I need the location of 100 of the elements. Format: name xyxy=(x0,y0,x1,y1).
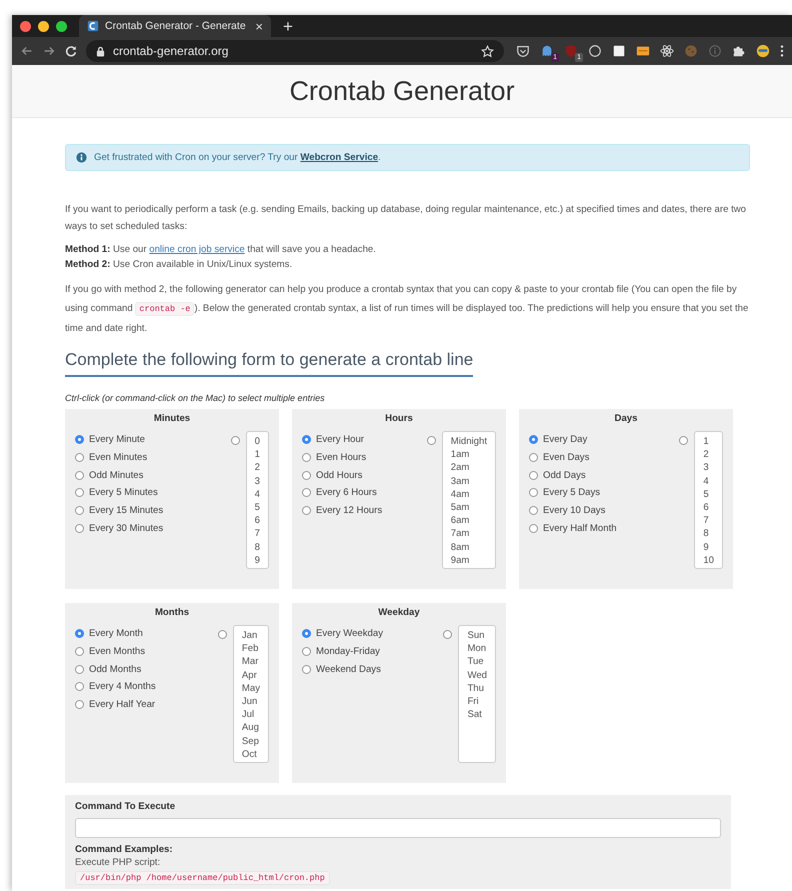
list-item[interactable]: 7 xyxy=(703,514,714,528)
list-item[interactable]: 8am xyxy=(450,540,487,554)
cookie-extension-icon[interactable] xyxy=(684,44,698,58)
avatar-icon[interactable] xyxy=(756,44,770,58)
radio-option[interactable]: Weekend Days xyxy=(302,660,444,678)
multi-select-list[interactable]: Midnight 1am 2am 3am 4am 5am 6am 7am 8am 9am xyxy=(442,431,496,569)
radio-option[interactable]: Every 4 Months xyxy=(75,678,218,696)
radio-option[interactable]: Every 6 Hours xyxy=(302,484,427,502)
radio-button[interactable] xyxy=(302,664,311,674)
info-extension-icon[interactable] xyxy=(708,44,722,58)
list-item[interactable]: May xyxy=(242,682,260,696)
radio-button[interactable] xyxy=(529,524,538,533)
radio-button[interactable] xyxy=(75,470,84,480)
radio-button[interactable] xyxy=(75,700,84,710)
radio-option[interactable]: Every Day xyxy=(529,431,680,449)
list-item[interactable]: Sat xyxy=(467,708,487,722)
radio-button[interactable] xyxy=(75,664,84,674)
radio-option[interactable]: Monday-Friday xyxy=(302,642,444,660)
radio-option[interactable]: Every Half Year xyxy=(75,696,218,714)
list-item[interactable]: 4am xyxy=(450,488,487,502)
pocket-icon[interactable] xyxy=(516,44,530,58)
list-item[interactable]: 1 xyxy=(254,448,260,462)
radio-option[interactable]: Every 30 Minutes xyxy=(75,519,231,538)
list-item[interactable]: 2 xyxy=(254,461,260,475)
list-item[interactable]: Jun xyxy=(242,695,260,708)
radio-button[interactable] xyxy=(230,436,240,445)
list-item[interactable]: 6 xyxy=(703,501,714,514)
list-item[interactable]: 7am xyxy=(450,527,487,541)
zoom-window-button[interactable] xyxy=(56,20,67,32)
radio-option[interactable]: Odd Minutes xyxy=(75,466,231,484)
radio-option[interactable]: Every Weekday xyxy=(302,625,444,643)
list-item[interactable]: Oct xyxy=(242,748,260,762)
list-item[interactable]: Jul xyxy=(242,708,260,722)
list-item[interactable]: 8 xyxy=(703,527,714,541)
minimize-window-button[interactable] xyxy=(38,20,49,32)
list-item[interactable]: 9am xyxy=(450,554,487,568)
radio-option[interactable]: Every Hour xyxy=(302,431,427,449)
radio-button[interactable] xyxy=(302,470,311,480)
puzzle-icon[interactable] xyxy=(732,44,746,58)
list-item[interactable]: 3 xyxy=(254,474,260,488)
card-extension-icon[interactable] xyxy=(636,44,650,58)
list-item[interactable]: 5am xyxy=(450,501,487,514)
radio-button[interactable] xyxy=(529,506,538,516)
list-item[interactable]: 3 xyxy=(703,461,714,475)
atom-extension-icon[interactable] xyxy=(660,44,674,58)
radio-button[interactable] xyxy=(443,630,452,639)
radio-option[interactable]: Even Hours xyxy=(302,448,427,466)
forward-icon[interactable] xyxy=(42,44,56,58)
radio-button[interactable] xyxy=(426,436,436,445)
radio-option[interactable]: Odd Months xyxy=(75,660,218,678)
bookmark-star-icon[interactable] xyxy=(481,44,494,58)
radio-option[interactable]: Even Days xyxy=(529,448,680,466)
list-item[interactable]: 6am xyxy=(450,514,487,528)
list-item[interactable]: 5 xyxy=(254,501,260,514)
radio-option[interactable]: Every Minute xyxy=(75,431,231,449)
list-item[interactable]: 5 xyxy=(703,488,714,502)
list-item[interactable]: 2 xyxy=(703,448,714,462)
command-input-field[interactable] xyxy=(75,818,721,838)
list-item[interactable]: 3am xyxy=(450,474,487,488)
service-link[interactable]: online cron job service xyxy=(149,244,245,255)
radio-button[interactable] xyxy=(75,524,84,533)
radio-option[interactable]: Every 15 Minutes xyxy=(75,502,231,520)
list-item[interactable]: 1 xyxy=(703,435,714,448)
back-icon[interactable] xyxy=(20,44,34,58)
list-item[interactable]: Fri xyxy=(467,695,487,708)
radio-button[interactable] xyxy=(529,470,538,480)
radio-button[interactable] xyxy=(75,435,84,444)
radio-button[interactable] xyxy=(218,630,227,639)
reload-icon[interactable] xyxy=(64,44,78,58)
list-item[interactable]: 7 xyxy=(254,527,260,541)
radio-button[interactable] xyxy=(75,506,84,516)
list-item[interactable]: Mar xyxy=(242,655,260,669)
list-item[interactable]: 8 xyxy=(254,540,260,554)
radio-button[interactable] xyxy=(75,682,84,692)
ghost-extension-icon[interactable] xyxy=(540,44,554,58)
list-item[interactable]: 1am xyxy=(450,448,487,462)
list-item[interactable]: Sep xyxy=(242,734,260,748)
radio-option[interactable]: Every 5 Days xyxy=(529,484,680,502)
list-item[interactable]: Sun xyxy=(467,629,487,642)
radio-button[interactable] xyxy=(75,453,84,462)
multi-select-list[interactable]: 1 2 3 4 5 6 7 8 9 10 xyxy=(694,431,723,569)
multi-select-list[interactable]: Sun Mon Tue Wed Thu Fri Sat xyxy=(458,625,496,763)
close-window-button[interactable] xyxy=(20,20,31,32)
address-bar[interactable]: crontab-generator.org xyxy=(86,40,504,62)
radio-option[interactable]: Every 12 Hours xyxy=(302,502,427,520)
radio-option[interactable]: Every 10 Days xyxy=(529,502,680,520)
list-item[interactable]: 6 xyxy=(254,514,260,528)
list-item[interactable]: 2am xyxy=(450,461,487,475)
menu-icon[interactable] xyxy=(780,44,784,58)
list-item[interactable]: Wed xyxy=(467,668,487,682)
radio-button[interactable] xyxy=(302,435,311,444)
list-item[interactable]: 0 xyxy=(254,435,260,448)
browser-tab[interactable]: Crontab Generator - Generate × xyxy=(79,15,271,37)
list-item[interactable]: Aug xyxy=(242,721,260,735)
list-item[interactable]: Feb xyxy=(242,642,260,656)
list-item[interactable]: Tue xyxy=(467,655,487,669)
radio-option[interactable]: Every Month xyxy=(75,625,218,643)
radio-option[interactable]: Even Minutes xyxy=(75,448,231,466)
tab-close-button[interactable]: × xyxy=(255,20,263,32)
radio-option[interactable]: Odd Days xyxy=(529,466,680,484)
